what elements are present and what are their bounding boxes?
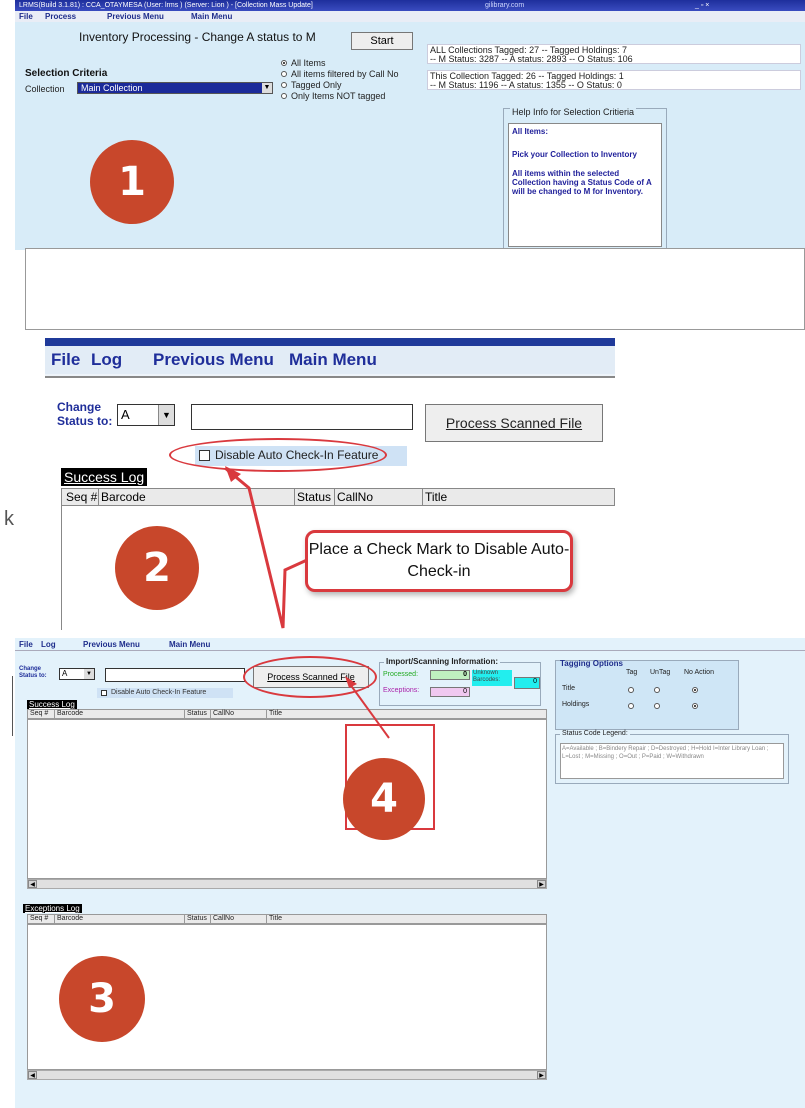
help-line-3: All items within the selected Collection…: [512, 169, 652, 196]
menu-previous[interactable]: Previous Menu: [153, 350, 274, 370]
selection-radio-group: All Items All items filtered by Call No …: [281, 58, 399, 102]
cursor-mark: [12, 676, 13, 736]
menu-process[interactable]: Process: [45, 11, 76, 22]
help-line-2: Pick your Collection to Inventory: [512, 150, 637, 159]
step-4-badge: 4: [343, 758, 425, 840]
radio-filtered-call-no[interactable]: All items filtered by Call No: [281, 69, 399, 80]
menu-main[interactable]: Main Menu: [289, 350, 377, 370]
radio-label: All Items: [291, 58, 326, 68]
this-collection-stats: This Collection Tagged: 26 -- Tagged Hol…: [427, 70, 801, 90]
radio-label: All items filtered by Call No: [291, 69, 399, 79]
radio-tagged-only[interactable]: Tagged Only: [281, 80, 399, 91]
radio-label: Tagged Only: [291, 80, 342, 90]
menu-bar: File Log Previous Menu Main Menu: [45, 346, 615, 374]
collection-mass-update-window: LRMS(Build 3.1.81) : CCA_OTAYMESA (User:…: [15, 0, 805, 330]
full-check-in-window: File Log Previous Menu Main Menu Change …: [15, 638, 805, 1108]
window-title: LRMS(Build 3.1.81) : CCA_OTAYMESA (User:…: [19, 2, 313, 9]
help-info-text: All Items: Pick your Collection to Inven…: [508, 123, 662, 247]
left-margin: [0, 676, 14, 1108]
window-title-bar: LRMS(Build 3.1.81) : CCA_OTAYMESA (User:…: [15, 0, 805, 11]
menu-bar: File Process Previous Menu Main Menu: [15, 11, 805, 22]
clipped-text-fragment: k: [4, 508, 14, 530]
radio-not-tagged[interactable]: Only Items NOT tagged: [281, 91, 399, 102]
radio-icon[interactable]: [281, 93, 287, 99]
title-strip: [45, 338, 615, 346]
all-collections-line2: -- M Status: 3287 -- A status: 2893 -- O…: [430, 54, 633, 64]
step-2-badge: 2: [115, 526, 199, 610]
help-line-1: All Items:: [512, 127, 549, 136]
selection-criteria-label: Selection Criteria: [25, 68, 108, 79]
menu-file[interactable]: File: [51, 350, 80, 370]
window-controls[interactable]: _ ▫ ×: [695, 0, 709, 11]
menu-log[interactable]: Log: [91, 350, 122, 370]
chevron-down-icon[interactable]: ▼: [262, 83, 272, 93]
radio-label: Only Items NOT tagged: [291, 91, 386, 101]
start-button[interactable]: Start: [351, 32, 413, 50]
collection-select-value: Main Collection: [81, 83, 143, 93]
zoomed-check-in-panel: File Log Previous Menu Main Menu Change …: [45, 338, 615, 630]
collection-select[interactable]: Main Collection ▼: [77, 82, 273, 94]
radio-icon[interactable]: [281, 82, 287, 88]
step-1-badge: 1: [90, 140, 174, 224]
collection-label: Collection: [25, 84, 65, 94]
menu-main[interactable]: Main Menu: [191, 11, 232, 22]
help-info-title: Help Info for Selection Critieria: [510, 107, 637, 117]
radio-icon[interactable]: [281, 60, 287, 66]
page-title: Inventory Processing - Change A status t…: [79, 30, 316, 44]
lower-log-area: [25, 248, 805, 330]
window-url: gilibrary.com: [485, 2, 525, 9]
radio-all-items[interactable]: All Items: [281, 58, 399, 69]
step-3-badge: 3: [59, 956, 145, 1042]
menu-file[interactable]: File: [19, 11, 33, 22]
this-collection-line2: -- M Status: 1196 -- A status: 1355 -- O…: [430, 80, 622, 90]
radio-icon[interactable]: [281, 71, 287, 77]
pointer-arrow: [345, 676, 390, 739]
all-collections-stats: ALL Collections Tagged: 27 -- Tagged Hol…: [427, 44, 801, 64]
menu-previous[interactable]: Previous Menu: [107, 11, 164, 22]
